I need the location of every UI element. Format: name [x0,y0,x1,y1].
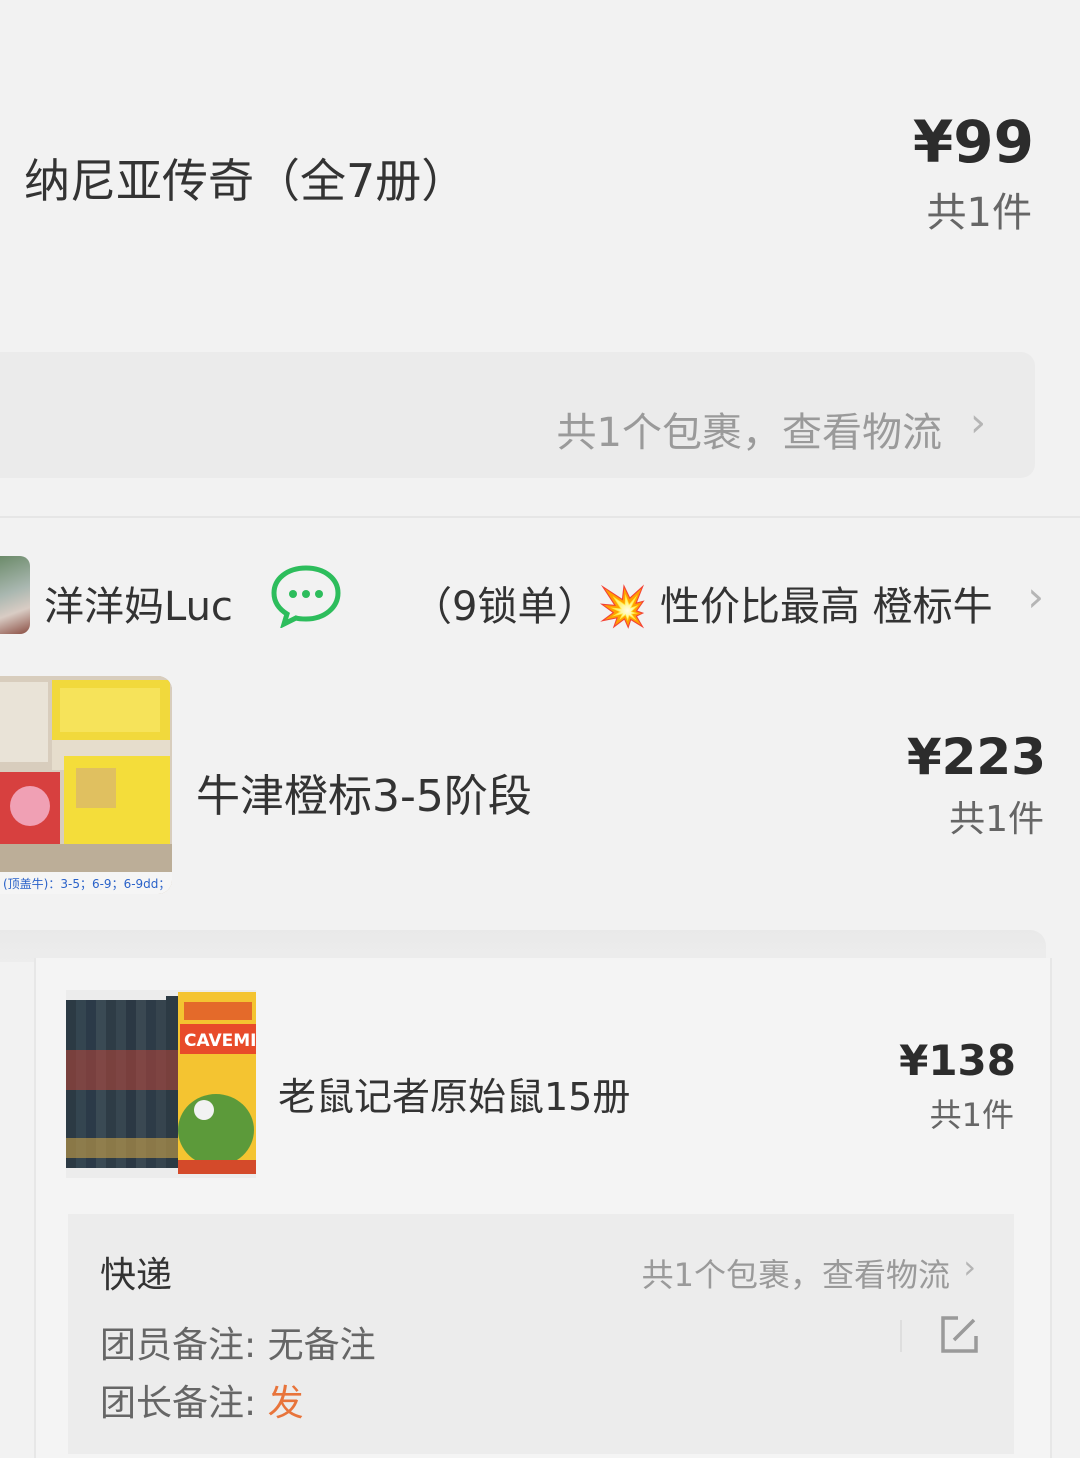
note-divider [900,1320,902,1352]
group-buy-title[interactable]: （9锁单）💥 性价比最高 橙标牛 [412,574,1016,632]
chevron-right-icon: › [963,1248,976,1286]
edit-icon[interactable] [938,1314,980,1356]
product-thumbnail[interactable]: CAVEMICE [66,990,256,1178]
chevron-right-icon: › [970,400,986,446]
shipping-method: 快递 [100,1255,173,1296]
product-title[interactable]: 牛津橙标3-5阶段 [196,760,532,824]
avatar[interactable] [0,556,30,634]
product-thumbnail[interactable]: (顶盖牛)：3-5；6-9；6-9dd； [0,676,172,894]
member-note-value: 无备注 [267,1325,376,1366]
product-title[interactable]: 老鼠记者原始鼠15册 [278,1066,630,1121]
product-title[interactable]: 纳尼亚传奇（全7册） [24,145,467,211]
product-price: ¥138 [899,1036,1016,1085]
view-logistics-link[interactable]: 共1个包裹，查看物流 [642,1250,950,1296]
group-leader-name[interactable]: 洋洋妈Luc [44,574,240,632]
chevron-right-icon: › [1027,572,1044,621]
product-quantity: 共1件 [926,190,1032,236]
product-quantity: 共1件 [929,1096,1014,1134]
thumb-caption: CAVEMICE [184,1031,256,1051]
leader-note-label: 团长备注: [100,1383,268,1424]
section-divider [0,516,1080,518]
book-stack-image: (顶盖牛)：3-5；6-9；6-9dd； [0,676,172,894]
view-logistics-link[interactable]: 共1个包裹，查看物流 [557,400,942,458]
product-price: ¥223 [906,728,1046,786]
leader-note-value: 发 [267,1383,304,1424]
book-box-set-image: CAVEMICE [66,990,256,1178]
product-price: ¥99 [912,108,1034,176]
member-note: 团员备注: 无备注 [100,1316,376,1368]
product-quantity: 共1件 [949,799,1044,840]
leader-note: 团长备注: 发 [100,1374,304,1426]
member-note-label: 团员备注: [100,1325,268,1366]
thumb-caption: (顶盖牛)：3-5；6-9；6-9dd； [3,876,170,891]
wechat-chat-icon[interactable] [270,564,342,628]
